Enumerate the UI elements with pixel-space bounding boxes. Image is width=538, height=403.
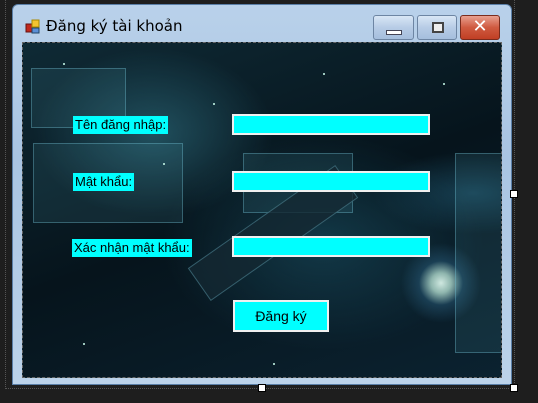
window-title: Đăng ký tài khoản <box>46 17 183 35</box>
confirm-password-input[interactable] <box>232 236 430 257</box>
title-bar[interactable]: Đăng ký tài khoản ✕ <box>13 5 511 41</box>
resize-handle-bottom[interactable] <box>258 384 266 392</box>
resize-handle-right[interactable] <box>510 190 518 198</box>
close-icon: ✕ <box>472 16 488 37</box>
minimize-button[interactable] <box>373 15 414 40</box>
resize-handle-corner[interactable] <box>510 384 518 392</box>
background-panel <box>455 153 501 353</box>
close-button[interactable]: ✕ <box>460 15 500 40</box>
confirm-password-label: Xác nhận mật khẩu: <box>72 239 192 257</box>
username-input[interactable] <box>232 114 430 135</box>
register-button[interactable]: Đăng ký <box>233 300 329 332</box>
maximize-icon <box>432 22 444 33</box>
username-label: Tên đăng nhập: <box>73 116 169 134</box>
password-input[interactable] <box>232 171 430 192</box>
form-icon <box>25 19 40 34</box>
form-client-area: Tên đăng nhập: Mật khẩu: Xác nhận mật kh… <box>22 42 502 378</box>
password-label: Mật khẩu: <box>73 173 135 191</box>
minimize-icon <box>386 30 402 35</box>
form-window: Đăng ký tài khoản ✕ Tên đăng nhập: Mật k… <box>12 4 512 385</box>
maximize-button[interactable] <box>417 15 457 40</box>
